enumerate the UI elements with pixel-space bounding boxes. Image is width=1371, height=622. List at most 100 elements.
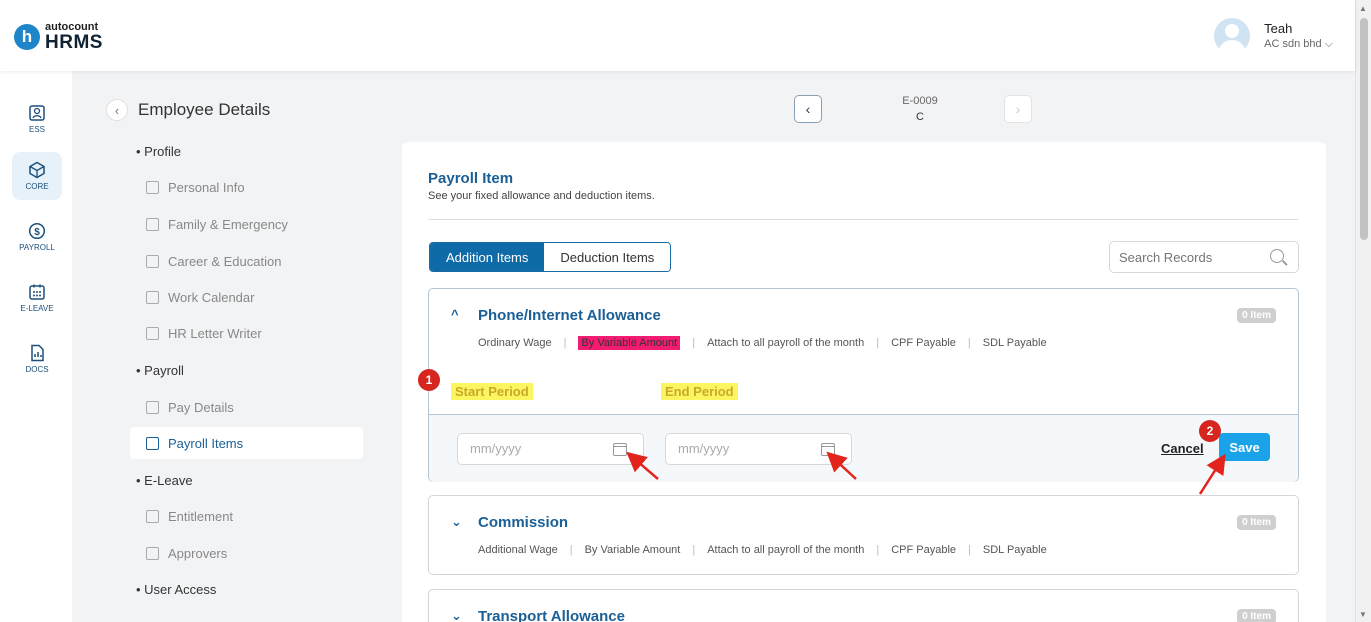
calendar-icon[interactable] — [821, 443, 835, 456]
avatar — [1214, 18, 1251, 54]
page-header: ‹ Employee Details — [106, 99, 270, 121]
next-employee-button[interactable]: › — [1004, 95, 1032, 123]
tag: Additional Wage — [478, 544, 558, 556]
rail-label: DOCS — [25, 365, 49, 374]
cancel-button[interactable]: Cancel — [1161, 441, 1204, 456]
calendar-icon — [29, 284, 45, 300]
page-title: Employee Details — [138, 100, 271, 119]
scroll-up-icon[interactable]: ▲ — [1359, 4, 1367, 13]
user-name: Teah — [1264, 21, 1293, 36]
item-name[interactable]: Transport Allowance — [478, 608, 625, 622]
step-marker-1: 1 — [418, 369, 440, 391]
item-tags: Ordinary Wage | By Variable Amount | Attac… — [478, 336, 1047, 350]
bank-icon — [146, 400, 159, 414]
tab-addition-items[interactable]: Addition Items — [430, 243, 545, 271]
logo-name: HRMS — [45, 32, 103, 53]
user-menu[interactable]: Teah AC sdn bhd ⌵ — [1214, 18, 1333, 54]
item-count-badge: 0 Item — [1237, 609, 1276, 622]
payroll-item-card: Payroll Item See your fixed allowance an… — [402, 142, 1326, 622]
tag: By Variable Amount — [578, 336, 681, 350]
nav-section-eleave: • E-Leave — [136, 473, 193, 488]
id-card-icon — [146, 180, 159, 194]
nav-item-career[interactable]: Career & Education — [130, 245, 363, 277]
chevron-down-icon: ⌵ — [1324, 38, 1333, 50]
cube-icon — [29, 161, 45, 179]
calendar-check-icon — [146, 509, 159, 523]
card-subtitle: See your fixed allowance and deduction i… — [428, 190, 655, 202]
rail-label: E-LEAVE — [20, 304, 54, 313]
card-title: Payroll Item — [428, 170, 514, 187]
item-name[interactable]: Phone/Internet Allowance — [478, 307, 661, 324]
graduation-icon — [146, 254, 159, 268]
logo-mark: h — [14, 24, 40, 50]
svg-text:$: $ — [34, 227, 40, 238]
tag: CPF Payable — [891, 544, 957, 556]
tag: Attach to all payroll of the month — [707, 544, 865, 556]
rail-label: ESS — [28, 125, 45, 134]
ess-icon — [29, 105, 45, 121]
employee-name: C — [916, 111, 924, 123]
chevron-right-icon: › — [1015, 101, 1021, 117]
rail-eleave[interactable]: E-LEAVE — [12, 274, 62, 322]
family-icon — [146, 217, 159, 231]
payroll-item-icon — [146, 436, 159, 450]
nav-item-hr-letter[interactable]: HR Letter Writer — [130, 317, 363, 349]
nav-item-approvers[interactable]: Approvers — [130, 537, 363, 569]
nav-item-work-calendar[interactable]: Work Calendar — [130, 281, 363, 313]
chevron-up-icon[interactable]: ^ — [451, 307, 459, 322]
payroll-item-commission: ⌄ Commission 0 Item Additional Wage | By … — [428, 495, 1299, 575]
chevron-down-icon[interactable]: ⌄ — [451, 514, 462, 530]
employee-id: E-0009 — [902, 95, 938, 107]
top-bar: h autocount HRMS Teah AC sdn bhd ⌵ — [0, 0, 1355, 71]
tag: SDL Payable — [982, 544, 1047, 556]
tag: By Variable Amount — [584, 544, 681, 556]
tag: CPF Payable — [891, 337, 956, 349]
start-period-input[interactable]: mm/yyyy — [457, 433, 644, 465]
nav-section-payroll: • Payroll — [136, 363, 184, 378]
scroll-thumb[interactable] — [1360, 18, 1368, 240]
nav-section-profile: • Profile — [136, 144, 182, 159]
back-button[interactable]: ‹ — [106, 99, 128, 121]
scroll-down-icon[interactable]: ▼ — [1359, 610, 1367, 619]
item-tags: Additional Wage | By Variable Amount | Att… — [478, 544, 1047, 556]
nav-item-pay-details[interactable]: Pay Details — [130, 391, 363, 423]
tag: SDL Payable — [982, 337, 1047, 349]
rail-core[interactable]: CORE — [12, 152, 62, 200]
users-icon — [146, 546, 159, 560]
payroll-item-phone-internet: ^ Phone/Internet Allowance 0 Item Ordina… — [428, 288, 1299, 482]
rail-label: PAYROLL — [19, 243, 55, 252]
letter-icon — [146, 326, 159, 340]
start-period-label: Start Period — [451, 383, 533, 400]
save-button[interactable]: Save — [1219, 433, 1270, 461]
prev-employee-button[interactable]: ‹ — [794, 95, 822, 123]
calendar-icon — [146, 290, 159, 304]
dollar-icon: $ — [28, 222, 46, 240]
item-count-badge: 0 Item — [1237, 515, 1276, 530]
item-name[interactable]: Commission — [478, 514, 568, 531]
chevron-left-icon: ‹ — [114, 102, 120, 118]
item-count-badge: 0 Item — [1237, 308, 1276, 323]
page-scrollbar[interactable]: ▲ ▼ — [1355, 0, 1371, 622]
tab-deduction-items[interactable]: Deduction Items — [544, 243, 671, 271]
nav-item-family[interactable]: Family & Emergency — [130, 208, 363, 240]
payroll-item-transport: ⌄ Transport Allowance 0 Item — [428, 589, 1299, 622]
search-icon[interactable] — [1270, 249, 1284, 263]
tag: Ordinary Wage — [478, 337, 552, 349]
nav-item-personal-info[interactable]: Personal Info — [130, 171, 363, 203]
chevron-left-icon: ‹ — [805, 101, 811, 117]
user-company[interactable]: AC sdn bhd ⌵ — [1264, 38, 1333, 51]
rail-ess[interactable]: ESS — [12, 95, 62, 143]
module-rail: ESS CORE $ PAYROLL E-LEAVE DOCS — [0, 71, 72, 622]
end-period-input[interactable]: mm/yyyy — [665, 433, 852, 465]
rail-label: CORE — [25, 182, 49, 191]
rail-docs[interactable]: DOCS — [12, 335, 62, 383]
calendar-icon[interactable] — [613, 443, 627, 456]
nav-item-entitlement[interactable]: Entitlement — [130, 500, 363, 532]
step-marker-2: 2 — [1199, 420, 1221, 442]
logo[interactable]: h autocount HRMS — [14, 22, 103, 52]
nav-section-user-access: • User Access — [136, 582, 217, 597]
chevron-down-icon[interactable]: ⌄ — [451, 608, 462, 622]
tag: Attach to all payroll of the month — [707, 337, 865, 349]
rail-payroll[interactable]: $ PAYROLL — [12, 213, 62, 261]
nav-item-payroll-items[interactable]: Payroll Items — [130, 427, 363, 459]
